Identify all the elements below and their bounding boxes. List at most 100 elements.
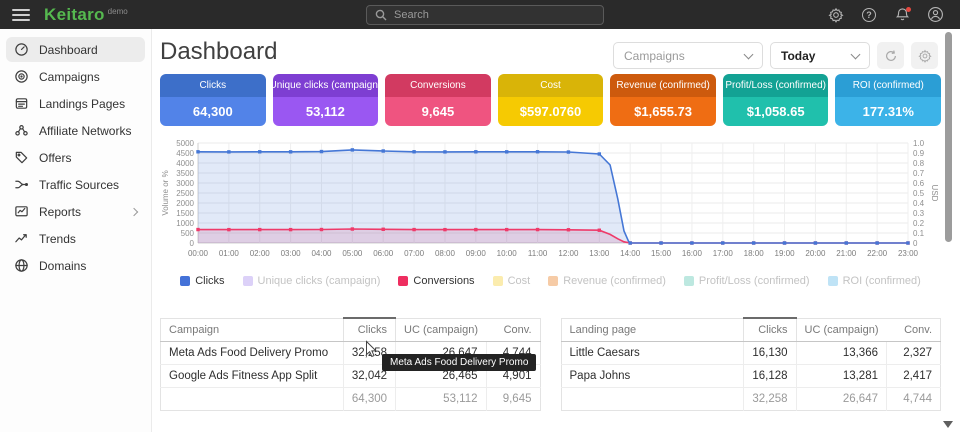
search-input[interactable] bbox=[394, 9, 595, 21]
global-search[interactable] bbox=[366, 5, 604, 25]
chevron-down-icon bbox=[851, 49, 861, 59]
refresh-button[interactable] bbox=[877, 42, 904, 69]
legend-swatch bbox=[684, 276, 694, 286]
legend-item-revenue[interactable]: Revenue (confirmed) bbox=[548, 275, 666, 287]
sidebar-item-traffic-sources[interactable]: Traffic Sources bbox=[6, 172, 145, 197]
column-header-campaign[interactable]: Campaign bbox=[161, 318, 344, 342]
column-header-landing-page[interactable]: Landing page bbox=[561, 318, 744, 342]
sidebar-item-affiliate-networks[interactable]: Affiliate Networks bbox=[6, 118, 145, 143]
app-logo[interactable]: Keitarodemo bbox=[30, 5, 128, 25]
svg-text:10:00: 10:00 bbox=[497, 249, 518, 258]
svg-text:12:00: 12:00 bbox=[558, 249, 579, 258]
svg-text:0.8: 0.8 bbox=[913, 159, 925, 168]
notifications-bell-icon[interactable] bbox=[893, 6, 911, 24]
column-header-conv[interactable]: Conv. bbox=[887, 318, 941, 342]
legend-item-clicks[interactable]: Clicks bbox=[180, 275, 224, 287]
landing-page-name[interactable]: Little Caesars bbox=[561, 342, 744, 365]
dashboard-settings-button[interactable] bbox=[911, 42, 938, 69]
stat-card-label: Unique clicks (campaign) bbox=[273, 74, 379, 97]
sidebar-item-label: Reports bbox=[39, 205, 81, 219]
stat-card-conversions[interactable]: Conversions 9,645 bbox=[385, 74, 491, 126]
svg-text:20:00: 20:00 bbox=[805, 249, 826, 258]
table-row[interactable]: Papa Johns 16,128 13,281 2,417 bbox=[561, 365, 941, 388]
stat-card-value: 53,112 bbox=[273, 97, 379, 126]
sidebar-item-landings-pages[interactable]: Landings Pages bbox=[6, 91, 145, 116]
campaign-name[interactable]: Meta Ads Food Delivery Promo bbox=[161, 342, 344, 365]
report-chart-icon bbox=[14, 204, 29, 219]
sidebar-item-label: Affiliate Networks bbox=[39, 124, 131, 138]
campaigns-filter-select[interactable]: Campaigns bbox=[613, 42, 763, 69]
chevron-down-icon bbox=[744, 49, 754, 59]
svg-text:2000: 2000 bbox=[176, 199, 194, 208]
svg-text:4000: 4000 bbox=[176, 159, 194, 168]
svg-text:14:00: 14:00 bbox=[620, 249, 641, 258]
stat-card-roi[interactable]: ROI (confirmed) 177.31% bbox=[835, 74, 941, 126]
column-header-clicks[interactable]: Clicks bbox=[744, 318, 796, 342]
stat-card-clicks[interactable]: Clicks 64,300 bbox=[160, 74, 266, 126]
legend-item-roi[interactable]: ROI (confirmed) bbox=[828, 275, 921, 287]
sidebar-item-campaigns[interactable]: Campaigns bbox=[6, 64, 145, 89]
table-row[interactable]: Little Caesars 16,130 13,366 2,327 bbox=[561, 342, 941, 365]
legend-swatch bbox=[398, 276, 408, 286]
legend-item-unique-clicks[interactable]: Unique clicks (campaign) bbox=[243, 275, 381, 287]
sidebar-item-trends[interactable]: Trends bbox=[6, 226, 145, 251]
menu-toggle-icon[interactable] bbox=[12, 9, 30, 21]
scrollbar-thumb[interactable] bbox=[945, 32, 952, 242]
svg-text:1500: 1500 bbox=[176, 209, 194, 218]
stat-card-unique-clicks[interactable]: Unique clicks (campaign) 53,112 bbox=[273, 74, 379, 126]
legend-item-conversions[interactable]: Conversions bbox=[398, 275, 474, 287]
legend-item-profit-loss[interactable]: Profit/Loss (confirmed) bbox=[684, 275, 810, 287]
campaign-name[interactable]: Google Ads Fitness App Split bbox=[161, 365, 344, 388]
sidebar-item-offers[interactable]: Offers bbox=[6, 145, 145, 170]
campaigns-filter-value: Campaigns bbox=[624, 49, 685, 63]
svg-text:13:00: 13:00 bbox=[589, 249, 610, 258]
traffic-chart[interactable]: 0500100015002000250030003500400045005000… bbox=[160, 135, 941, 267]
sidebar-item-dashboard[interactable]: Dashboard bbox=[6, 37, 145, 62]
sidebar-item-label: Landings Pages bbox=[39, 97, 125, 111]
svg-text:06:00: 06:00 bbox=[373, 249, 394, 258]
svg-text:0.6: 0.6 bbox=[913, 179, 925, 188]
notification-badge bbox=[906, 7, 911, 12]
svg-text:0.2: 0.2 bbox=[913, 219, 925, 228]
logo-text: Keitaro bbox=[44, 5, 105, 24]
legend-item-cost[interactable]: Cost bbox=[493, 275, 531, 287]
gear-icon bbox=[828, 7, 844, 23]
sidebar-item-domains[interactable]: Domains bbox=[6, 253, 145, 278]
svg-text:08:00: 08:00 bbox=[435, 249, 456, 258]
landing-page-icon bbox=[14, 96, 29, 111]
landing-page-name[interactable]: Papa Johns bbox=[561, 365, 744, 388]
user-avatar-icon bbox=[927, 6, 944, 23]
table-header-row: Landing page Clicks UC (campaign) Conv. bbox=[561, 318, 941, 342]
column-header-clicks[interactable]: Clicks bbox=[343, 318, 395, 342]
column-header-conv[interactable]: Conv. bbox=[486, 318, 540, 342]
svg-text:21:00: 21:00 bbox=[836, 249, 857, 258]
date-range-select[interactable]: Today bbox=[770, 42, 870, 69]
column-header-uc[interactable]: UC (campaign) bbox=[396, 318, 486, 342]
help-icon[interactable]: ? bbox=[860, 6, 878, 24]
stat-card-label: Revenue (confirmed) bbox=[610, 74, 716, 97]
dashboard-gauge-icon bbox=[14, 42, 29, 57]
chart-legend: Clicks Unique clicks (campaign) Conversi… bbox=[160, 275, 941, 287]
landing-pages-table: Landing page Clicks UC (campaign) Conv. … bbox=[561, 317, 942, 411]
legend-swatch bbox=[180, 276, 190, 286]
stat-card-revenue[interactable]: Revenue (confirmed) $1,655.73 bbox=[610, 74, 716, 126]
legend-swatch bbox=[548, 276, 558, 286]
column-header-uc[interactable]: UC (campaign) bbox=[796, 318, 886, 342]
sidebar-item-reports[interactable]: Reports bbox=[6, 199, 145, 224]
svg-text:0.3: 0.3 bbox=[913, 209, 925, 218]
stat-card-cost[interactable]: Cost $597.0760 bbox=[498, 74, 604, 126]
trend-arrow-icon bbox=[14, 231, 29, 246]
svg-text:0.1: 0.1 bbox=[913, 229, 925, 238]
settings-gear-icon[interactable] bbox=[827, 6, 845, 24]
scrollbar-down-arrow-icon[interactable] bbox=[943, 421, 953, 428]
stat-card-profit-loss[interactable]: Profit/Loss (confirmed) $1,058.65 bbox=[723, 74, 829, 126]
account-icon[interactable] bbox=[926, 6, 944, 24]
stat-card-value: $597.0760 bbox=[498, 97, 604, 126]
legend-swatch bbox=[493, 276, 503, 286]
svg-text:18:00: 18:00 bbox=[744, 249, 765, 258]
sidebar-item-label: Offers bbox=[39, 151, 71, 165]
stat-card-value: $1,058.65 bbox=[723, 97, 829, 126]
svg-text:00:00: 00:00 bbox=[188, 249, 209, 258]
hover-tooltip: Meta Ads Food Delivery Promo bbox=[382, 354, 536, 371]
svg-text:5000: 5000 bbox=[176, 139, 194, 148]
